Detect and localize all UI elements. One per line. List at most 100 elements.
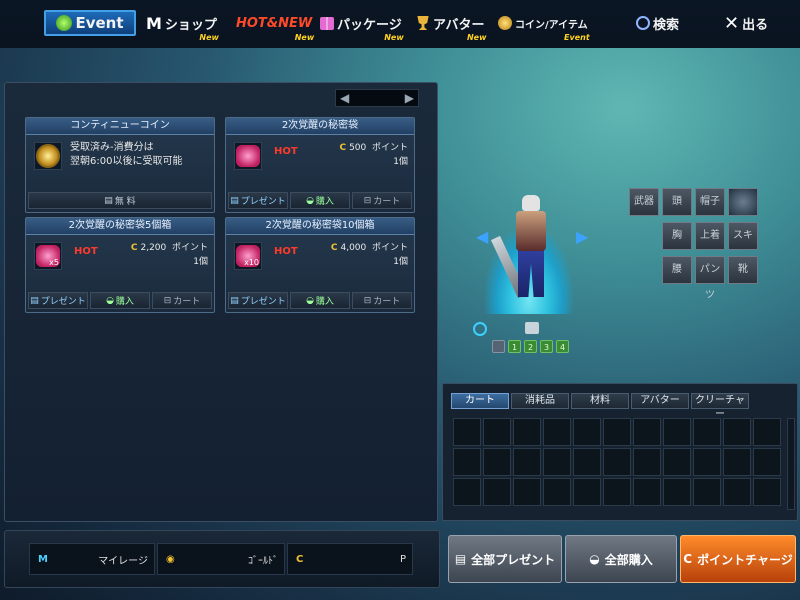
- gift-button[interactable]: ▤ プレゼント: [28, 292, 88, 309]
- pose-toggle-icon[interactable]: [525, 322, 539, 334]
- save-preset-icon[interactable]: [492, 340, 505, 353]
- cart-slot[interactable]: [573, 418, 601, 446]
- item-price: C 2,200 ポイント 1個: [131, 241, 208, 269]
- tab-avatar[interactable]: アバター: [631, 393, 689, 409]
- search-label: 検索: [653, 17, 680, 33]
- cart-slot[interactable]: [483, 478, 511, 506]
- tab-cart[interactable]: カート: [451, 393, 509, 409]
- equip-slot-hat[interactable]: 帽子: [695, 188, 725, 216]
- cart-slot[interactable]: [543, 418, 571, 446]
- exit-button[interactable]: ✕ 出る: [724, 10, 768, 36]
- price-unit: ポイント: [371, 243, 408, 253]
- cart-slot[interactable]: [753, 478, 781, 506]
- cart-slot[interactable]: [633, 418, 661, 446]
- nav-event-tab[interactable]: Event: [44, 10, 136, 36]
- cart-slot[interactable]: [693, 448, 721, 476]
- cart-slot[interactable]: [753, 448, 781, 476]
- equip-slot-shoes[interactable]: 靴: [728, 256, 758, 284]
- item-card-secret-bag-10[interactable]: 2次覚醒の秘密袋10個箱 x10 HOT C 4,000 ポイント 1個 ▤ プレゼ…: [225, 217, 415, 313]
- gift-all-button[interactable]: ▤ 全部プレゼント: [448, 535, 562, 583]
- point-charge-button[interactable]: C ポイントチャージ: [680, 535, 796, 583]
- cart-slot[interactable]: [663, 448, 691, 476]
- tab-creature[interactable]: クリーチャー: [691, 393, 749, 420]
- nav-coin-item-tab[interactable]: コイン/アイテム Event: [498, 10, 590, 42]
- cart-slot[interactable]: [663, 418, 691, 446]
- cart-slot[interactable]: [453, 478, 481, 506]
- nav-hotnew-label: HOT&NEW: [236, 15, 313, 31]
- item-card-secret-bag[interactable]: 2次覚醒の秘密袋 HOT C 500 ポイント 1個 ▤ プレゼント ◒ 購入 ⊟ カー…: [225, 117, 415, 213]
- quantity-badge: x10: [244, 258, 259, 267]
- cart-slot[interactable]: [573, 478, 601, 506]
- nav-shop-tab[interactable]: M ショップ New: [146, 10, 219, 43]
- tab-consumables[interactable]: 消耗品: [511, 393, 569, 409]
- cart-scrollbar[interactable]: [787, 418, 795, 510]
- cart-slot[interactable]: [633, 448, 661, 476]
- rotate-left-arrow-icon[interactable]: ◀: [476, 227, 488, 246]
- points-label: P: [399, 553, 406, 565]
- preset-slot[interactable]: 4: [556, 340, 569, 353]
- item-card-continue-coin[interactable]: コンティニューコイン 受取済み-消費分は 翌朝6:00以後に受取可能 ▤ 無 料: [25, 117, 215, 213]
- nav-hotnew-tab[interactable]: HOT&NEW New: [236, 10, 314, 43]
- equip-slot-waist[interactable]: 腰: [662, 256, 692, 284]
- cart-slot[interactable]: [633, 478, 661, 506]
- cart-slot[interactable]: [453, 448, 481, 476]
- cart-slot[interactable]: [573, 448, 601, 476]
- cart-slot[interactable]: [693, 418, 721, 446]
- preset-slot[interactable]: 1: [508, 340, 521, 353]
- item-title: コンティニューコイン: [26, 118, 214, 135]
- gift-button[interactable]: ▤ プレゼント: [228, 292, 288, 309]
- equip-slot-chest[interactable]: 胸: [662, 222, 692, 250]
- nav-avatar-tab[interactable]: アバター New: [416, 10, 486, 42]
- free-button[interactable]: ▤ 無 料: [28, 192, 212, 209]
- cart-slot[interactable]: [543, 448, 571, 476]
- nav-package-tab[interactable]: パッケージ New: [320, 10, 404, 42]
- cart-slot[interactable]: [513, 448, 541, 476]
- equip-slot-weapon[interactable]: 武器: [629, 188, 659, 216]
- cart-slot[interactable]: [603, 448, 631, 476]
- equip-slot-pants[interactable]: パンツ: [695, 256, 725, 301]
- character-portrait[interactable]: [728, 188, 758, 216]
- cart-slot[interactable]: [543, 478, 571, 506]
- cart-button[interactable]: ⊟ カート: [152, 292, 212, 309]
- cart-slot[interactable]: [723, 418, 751, 446]
- search-icon: [636, 16, 650, 30]
- equip-slot-top[interactable]: 上着: [695, 222, 725, 250]
- gift-button[interactable]: ▤ プレゼント: [228, 192, 288, 209]
- secret-bag-icon: [236, 145, 260, 167]
- cart-slot[interactable]: [693, 478, 721, 506]
- search-button[interactable]: 検索: [636, 10, 679, 36]
- buy-all-button[interactable]: ◒ 全部購入: [565, 535, 677, 583]
- secret-bag-icon: x5: [36, 245, 60, 267]
- cart-slot[interactable]: [453, 418, 481, 446]
- cart-button[interactable]: ⊟ カート: [352, 292, 412, 309]
- buy-button[interactable]: ◒ 購入: [290, 192, 350, 209]
- cart-button[interactable]: ⊟ カート: [352, 192, 412, 209]
- cart-slot[interactable]: [753, 418, 781, 446]
- character-head: [522, 195, 540, 211]
- basket-icon: ◒: [306, 195, 314, 206]
- cart-slot[interactable]: [603, 478, 631, 506]
- buy-button[interactable]: ◒ 購入: [90, 292, 150, 309]
- price-unit: ポイント: [371, 143, 408, 153]
- cart-slot[interactable]: [483, 448, 511, 476]
- free-label: 無 料: [114, 197, 136, 207]
- buy-button[interactable]: ◒ 購入: [290, 292, 350, 309]
- cart-slot[interactable]: [513, 478, 541, 506]
- equip-slot-skin[interactable]: スキン: [728, 222, 758, 267]
- rotate-right-arrow-icon[interactable]: ▶: [576, 227, 588, 246]
- cart-slot[interactable]: [603, 418, 631, 446]
- cart-slot[interactable]: [513, 418, 541, 446]
- reset-rotation-icon[interactable]: [473, 322, 487, 336]
- preset-slot[interactable]: 3: [540, 340, 553, 353]
- prev-page-arrow-icon[interactable]: ◀: [340, 91, 349, 105]
- cart-slot[interactable]: [483, 418, 511, 446]
- cart-slot[interactable]: [663, 478, 691, 506]
- next-page-arrow-icon[interactable]: ▶: [405, 91, 414, 105]
- tab-materials[interactable]: 材料: [571, 393, 629, 409]
- cart-slot[interactable]: [723, 478, 751, 506]
- item-card-secret-bag-5[interactable]: 2次覚醒の秘密袋5個箱 x5 HOT C 2,200 ポイント 1個 ▤ プレゼント…: [25, 217, 215, 313]
- equip-slot-head[interactable]: 頭: [662, 188, 692, 216]
- cart-slot[interactable]: [723, 448, 751, 476]
- preset-slot[interactable]: 2: [524, 340, 537, 353]
- price-unit: ポイント: [171, 243, 208, 253]
